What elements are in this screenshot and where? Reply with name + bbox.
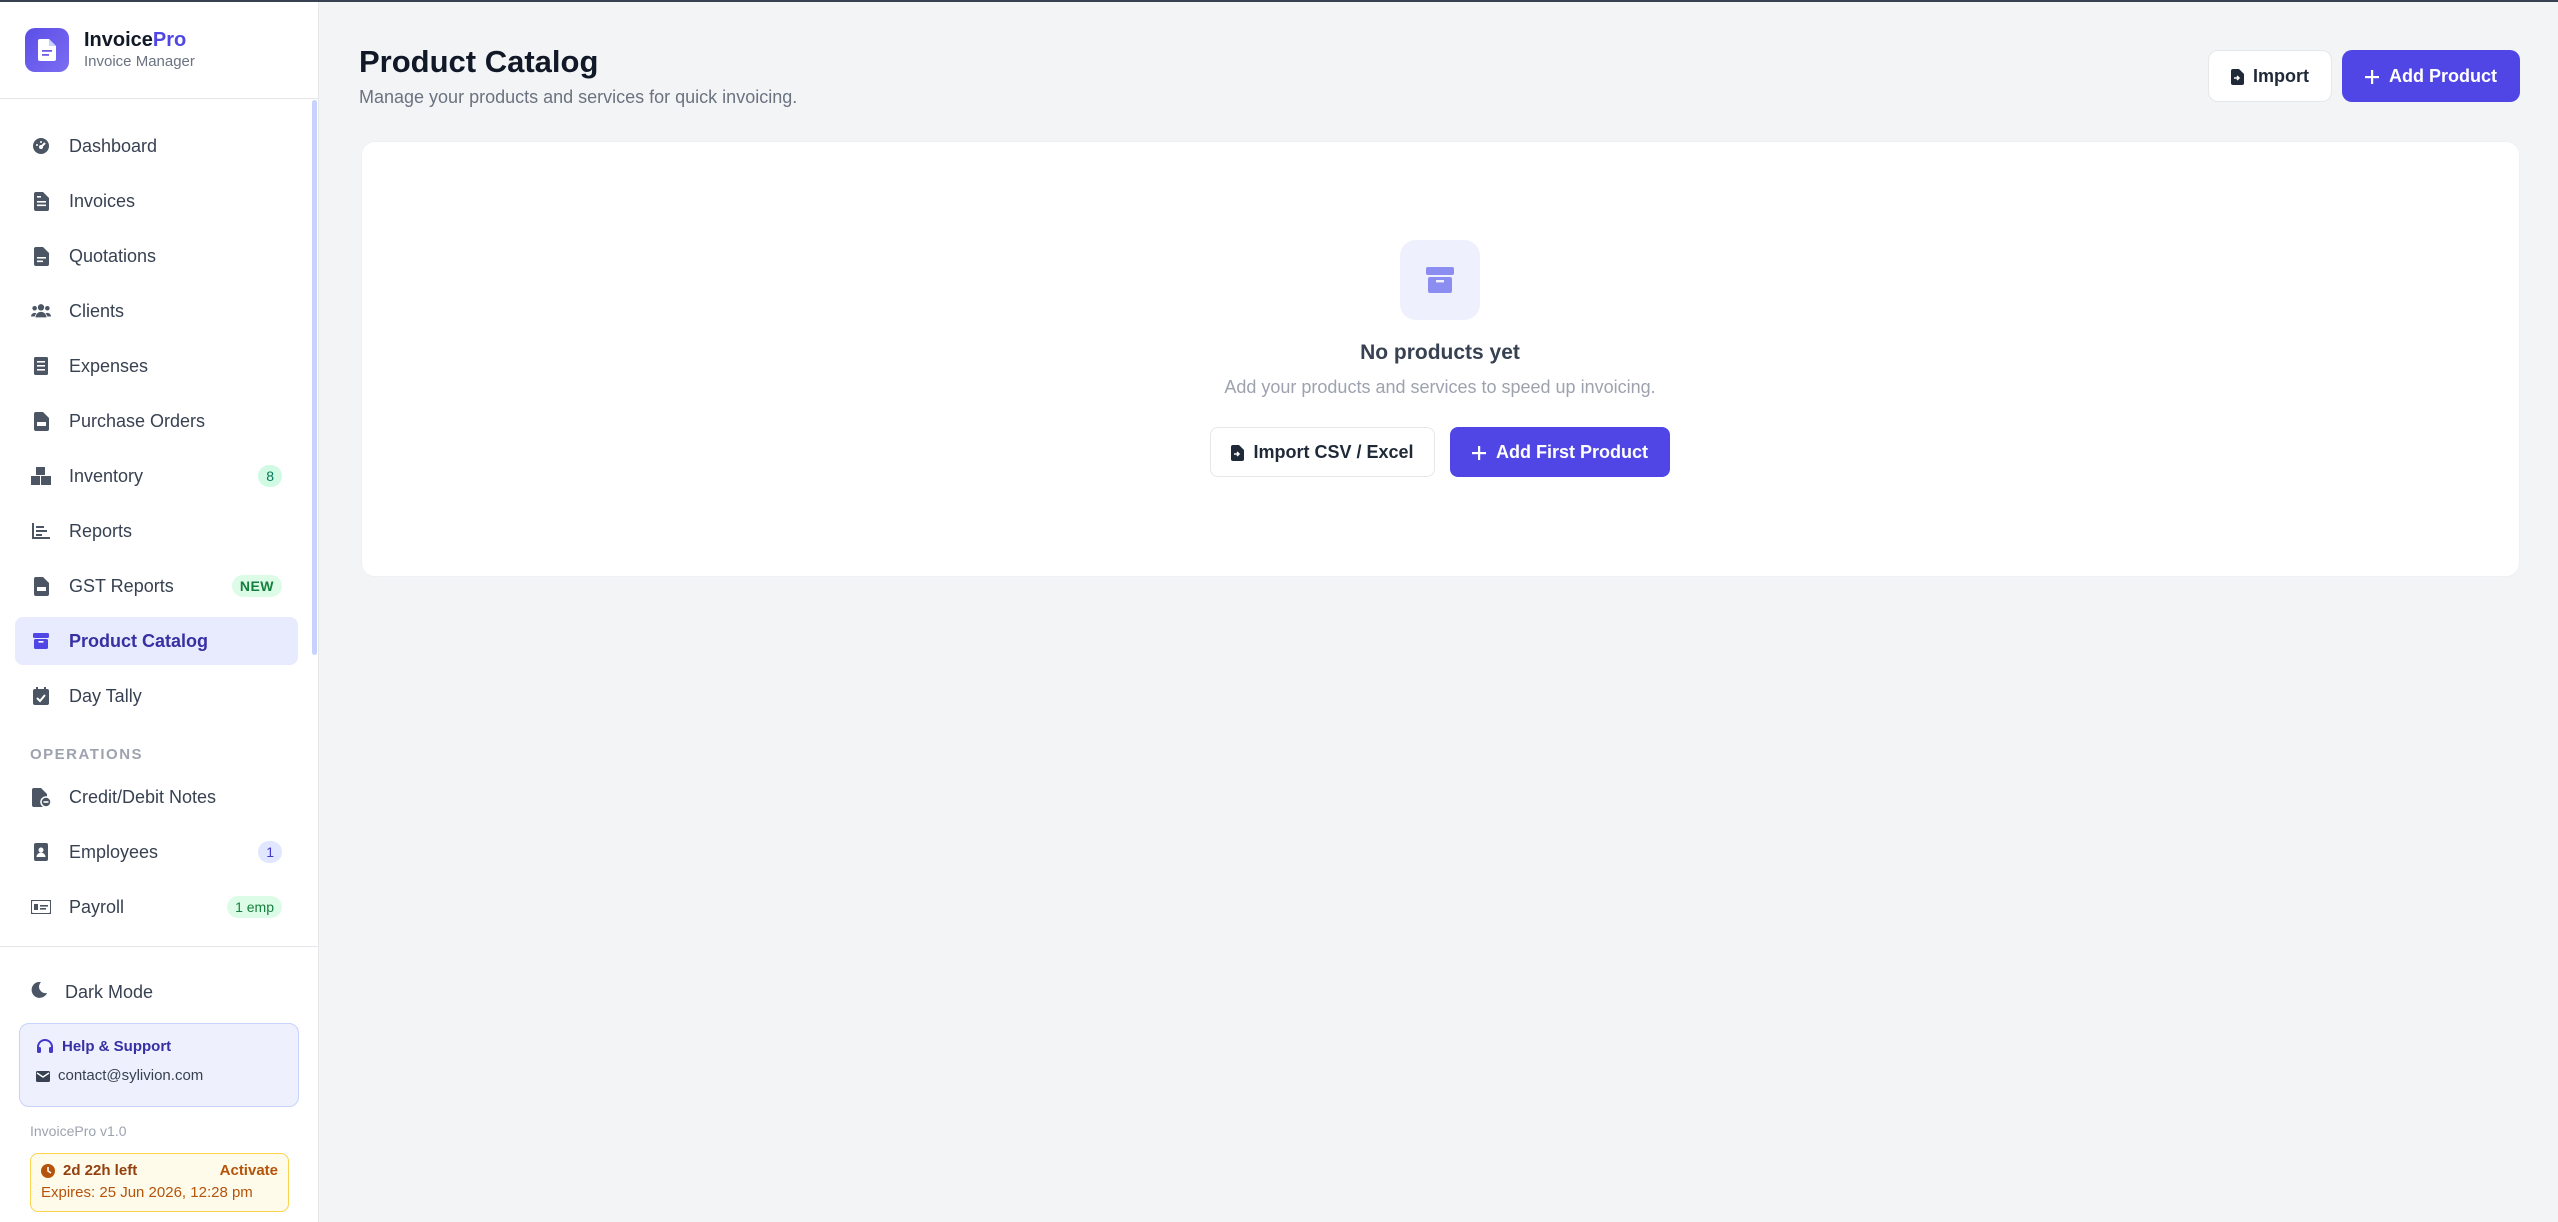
- file-invoice-icon: [31, 411, 51, 431]
- empty-state-title: No products yet: [1360, 341, 1520, 364]
- file-import-icon: [1231, 442, 1253, 463]
- sidebar-item-label: Clients: [69, 300, 125, 321]
- import-csv-label: Import CSV / Excel: [1253, 441, 1414, 462]
- sidebar-item-purchase-orders[interactable]: Purchase Orders: [15, 397, 298, 445]
- sidebar-item-expenses[interactable]: Expenses: [15, 342, 298, 390]
- id-badge-icon: [31, 842, 51, 862]
- sidebar-item-label: Employees: [69, 841, 159, 862]
- file-note-icon: [31, 787, 51, 807]
- operations-nav: Credit/Debit Notes Employees 1 Payroll 1…: [15, 773, 298, 938]
- sidebar-item-label: Reports: [69, 520, 133, 541]
- sidebar-item-label: Day Tally: [69, 685, 142, 706]
- help-title-text: Help & Support: [62, 1038, 172, 1056]
- quotation-icon: [31, 246, 51, 266]
- dark-mode-toggle[interactable]: Dark Mode: [15, 968, 298, 1016]
- sidebar-item-dashboard[interactable]: Dashboard: [15, 122, 298, 170]
- version-label: InvoicePro v1.0: [30, 1123, 127, 1139]
- sidebar-item-payroll[interactable]: Payroll 1 emp: [15, 883, 298, 931]
- sidebar-item-invoices[interactable]: Invoices: [15, 177, 298, 225]
- dark-mode-label: Dark Mode: [65, 981, 154, 1002]
- sidebar-item-gst-reports[interactable]: GST Reports NEW: [15, 562, 298, 610]
- import-button[interactable]: Import: [2208, 50, 2332, 102]
- trial-box: 2d 22h left Activate Expires: 25 Jun 202…: [30, 1153, 289, 1212]
- plus-icon: [2365, 66, 2389, 87]
- sidebar-item-clients[interactable]: Clients: [15, 287, 298, 335]
- help-support-box: Help & Support contact@sylivion.com: [19, 1023, 299, 1107]
- sidebar-item-quotations[interactable]: Quotations: [15, 232, 298, 280]
- add-first-product-label: Add First Product: [1496, 441, 1648, 462]
- support-email[interactable]: contact@sylivion.com: [36, 1067, 282, 1084]
- help-title[interactable]: Help & Support: [36, 1038, 282, 1055]
- headset-icon: [36, 1038, 62, 1055]
- empty-state-subtitle: Add your products and services to speed …: [1224, 377, 1656, 397]
- invoice-icon: [31, 191, 51, 211]
- clock-icon: [41, 1162, 63, 1179]
- users-icon: [31, 301, 51, 321]
- import-button-label: Import: [2253, 65, 2309, 86]
- trial-time-left: 2d 22h left: [41, 1162, 137, 1179]
- sidebar-item-label: Credit/Debit Notes: [69, 786, 217, 807]
- box-icon: [1400, 240, 1480, 320]
- page-title: Product Catalog: [359, 44, 599, 79]
- sidebar-item-label: GST Reports: [69, 575, 174, 596]
- file-invoice-icon: [31, 576, 51, 596]
- top-border: [0, 0, 2558, 2]
- sidebar-item-employees[interactable]: Employees 1: [15, 828, 298, 876]
- page-subtitle: Manage your products and services for qu…: [359, 87, 798, 107]
- add-product-button[interactable]: Add Product: [2342, 50, 2520, 102]
- import-csv-button[interactable]: Import CSV / Excel: [1210, 427, 1435, 477]
- sidebar-item-inventory[interactable]: Inventory 8: [15, 452, 298, 500]
- sidebar-item-product-catalog[interactable]: Product Catalog: [15, 617, 298, 665]
- add-product-label: Add Product: [2389, 65, 2497, 86]
- sidebar-item-label: Dashboard: [69, 135, 158, 156]
- brand-name: InvoicePro: [84, 29, 187, 51]
- sidebar-item-label: Product Catalog: [69, 630, 209, 651]
- sidebar: InvoicePro Invoice Manager Dashboard Inv…: [0, 2, 319, 1222]
- employees-count-badge: 1: [258, 841, 282, 863]
- bar-chart-icon: [31, 521, 51, 541]
- new-badge: NEW: [231, 575, 282, 597]
- boxes-icon: [31, 466, 51, 486]
- activate-link[interactable]: Activate: [220, 1162, 278, 1179]
- sidebar-item-reports[interactable]: Reports: [15, 507, 298, 555]
- invoice-logo-icon: [25, 28, 69, 72]
- sidebar-item-day-tally[interactable]: Day Tally: [15, 672, 298, 720]
- payroll-badge: 1 emp: [227, 896, 282, 918]
- sidebar-item-credit-debit-notes[interactable]: Credit/Debit Notes: [15, 773, 298, 821]
- sidebar-item-label: Invoices: [69, 190, 136, 211]
- inventory-count-badge: 8: [258, 465, 282, 487]
- brand[interactable]: InvoicePro Invoice Manager: [0, 2, 318, 99]
- receipt-icon: [31, 356, 51, 376]
- section-label-operations: OPERATIONS: [30, 746, 144, 763]
- moon-icon: [31, 981, 47, 1003]
- box-icon: [31, 631, 51, 651]
- sidebar-item-label: Payroll: [69, 896, 125, 917]
- sidebar-item-label: Inventory: [69, 465, 144, 486]
- add-first-product-button[interactable]: Add First Product: [1450, 427, 1670, 477]
- mail-icon: [36, 1067, 58, 1084]
- calendar-check-icon: [31, 686, 51, 706]
- sidebar-nav: Dashboard Invoices Quotations Clients Ex…: [15, 122, 298, 727]
- dashboard-icon: [31, 136, 51, 156]
- sidebar-item-label: Expenses: [69, 355, 149, 376]
- trial-expiry: Expires: 25 Jun 2026, 12:28 pm: [41, 1184, 253, 1201]
- trial-time-text: 2d 22h left: [63, 1162, 138, 1179]
- sidebar-scrollbar[interactable]: [312, 100, 317, 655]
- sidebar-item-label: Quotations: [69, 245, 157, 266]
- file-import-icon: [2231, 66, 2253, 87]
- sidebar-divider: [0, 946, 319, 947]
- support-email-text: contact@sylivion.com: [58, 1067, 204, 1085]
- brand-subtitle: Invoice Manager: [84, 53, 195, 70]
- sidebar-item-label: Purchase Orders: [69, 410, 206, 431]
- plus-icon: [1472, 442, 1496, 463]
- money-bill-icon: [31, 897, 51, 917]
